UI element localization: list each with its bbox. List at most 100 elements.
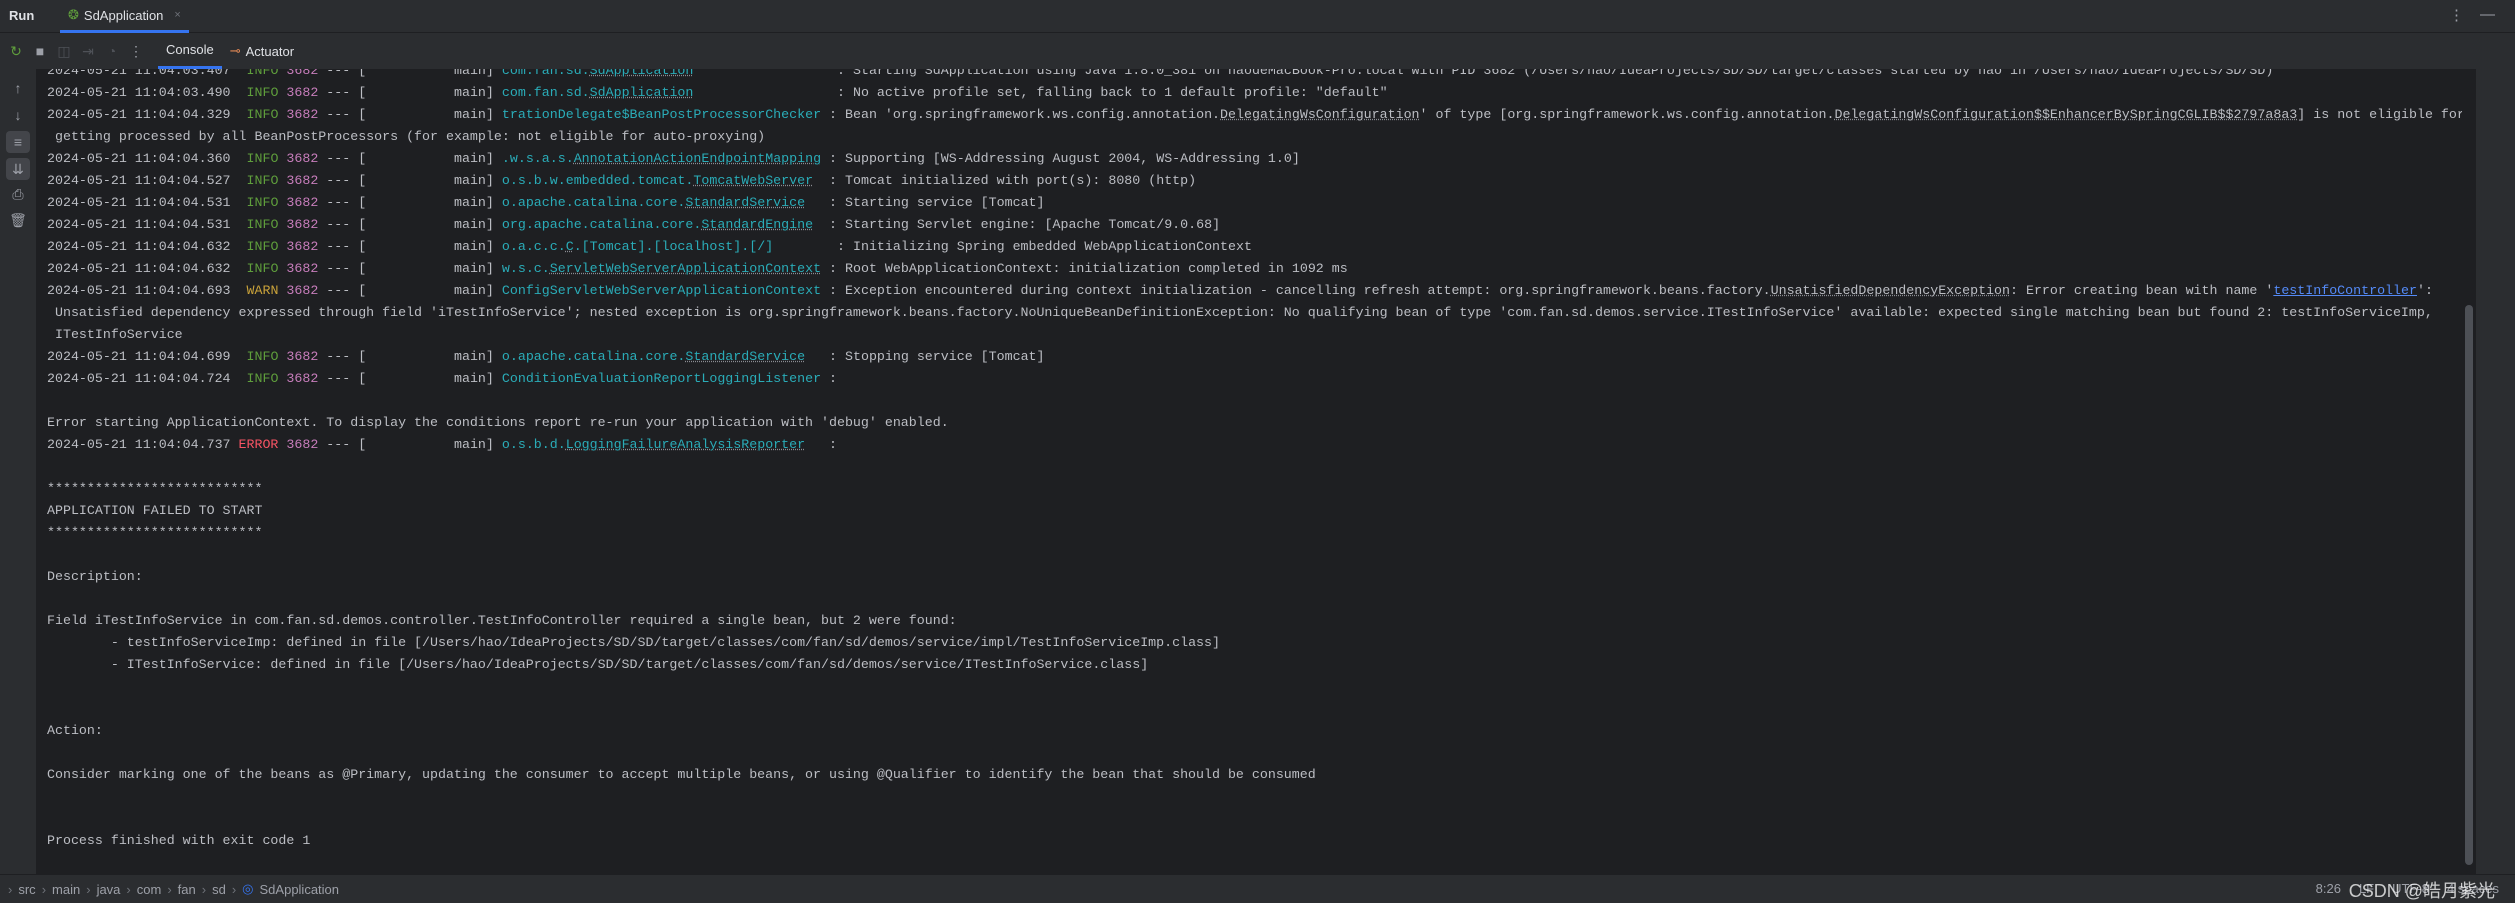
log-logger[interactable]: trationDelegate$BeanPostProcessorChecker bbox=[502, 107, 821, 122]
tab-console[interactable]: Console bbox=[158, 33, 222, 69]
log-logger[interactable] bbox=[805, 195, 821, 210]
log-pid: 3682 bbox=[286, 173, 319, 188]
log-logger[interactable] bbox=[693, 85, 829, 100]
log-logger[interactable] bbox=[813, 217, 821, 232]
log-message: : bbox=[821, 437, 838, 452]
log-logger[interactable] bbox=[813, 173, 821, 188]
log-logger[interactable]: o.apache.catalina.core. bbox=[502, 349, 686, 364]
breadcrumb-item[interactable]: sd bbox=[212, 882, 226, 897]
trash-icon[interactable]: 🗑 bbox=[6, 209, 30, 231]
log-line: - testInfoServiceImp: defined in file [/… bbox=[47, 632, 2462, 654]
log-separator: --- [ bbox=[318, 107, 367, 122]
breadcrumb-item[interactable]: java bbox=[97, 882, 121, 897]
log-text: *************************** bbox=[47, 525, 263, 540]
log-logger[interactable]: StandardService bbox=[685, 195, 805, 210]
log-logger[interactable]: ServletWebServerApplicationContext bbox=[550, 261, 821, 276]
log-line: 2024-05-21 11:04:04.329 INFO 3682 --- [ … bbox=[47, 104, 2462, 126]
log-separator: --- [ bbox=[318, 151, 367, 166]
log-thread: main] bbox=[366, 69, 502, 78]
log-timestamp: 2024-05-21 11:04:04.527 bbox=[47, 173, 231, 188]
log-level: INFO bbox=[246, 85, 279, 100]
log-logger[interactable]: .w.s.a.s. bbox=[502, 151, 574, 166]
rerun-icon[interactable]: ↻ bbox=[4, 43, 28, 60]
log-logger[interactable]: o.s.b.w.embedded.tomcat. bbox=[502, 173, 694, 188]
log-logger[interactable] bbox=[805, 437, 821, 452]
log-logger[interactable]: org.apache.catalina.core. bbox=[502, 217, 702, 232]
log-message: : Tomcat initialized with port(s): 8080 … bbox=[821, 173, 1197, 188]
breadcrumb-item[interactable]: fan bbox=[178, 882, 196, 897]
log-logger[interactable]: o.apache.catalina.core. bbox=[502, 195, 686, 210]
log-pid: 3682 bbox=[286, 195, 319, 210]
log-logger[interactable]: AnnotationActionEndpointMapping bbox=[574, 151, 821, 166]
log-line: 2024-05-21 11:04:04.527 INFO 3682 --- [ … bbox=[47, 170, 2462, 192]
log-separator: --- [ bbox=[318, 195, 367, 210]
log-text: - ITestInfoService: defined in file [/Us… bbox=[47, 657, 1149, 672]
log-logger[interactable] bbox=[805, 349, 821, 364]
log-line: *************************** bbox=[47, 522, 2462, 544]
log-message: DelegatingWsConfiguration$$EnhancerBySpr… bbox=[1834, 107, 2298, 122]
log-logger[interactable]: ConfigServletWebServerApplicationContext bbox=[502, 283, 821, 298]
log-separator: --- [ bbox=[318, 69, 367, 78]
tab-sdapplication[interactable]: ❂ SdApplication × bbox=[60, 0, 189, 33]
log-line: Process finished with exit code 1 bbox=[47, 830, 2462, 852]
exit-icon[interactable]: ⇥ bbox=[76, 43, 100, 60]
close-tab-icon[interactable]: × bbox=[174, 9, 180, 21]
log-pid: 3682 bbox=[286, 437, 319, 452]
log-logger[interactable]: com.fan.sd. bbox=[502, 85, 590, 100]
log-level: INFO bbox=[246, 371, 279, 386]
breadcrumb-item[interactable]: SdApplication bbox=[260, 882, 340, 897]
log-logger[interactable]: TomcatWebServer bbox=[693, 173, 813, 188]
log-thread: main] bbox=[366, 173, 502, 188]
log-timestamp: 2024-05-21 11:04:03.407 bbox=[47, 69, 231, 78]
log-message: ': bbox=[2416, 283, 2433, 298]
log-logger[interactable]: o.s.b.d. bbox=[502, 437, 566, 452]
vertical-scrollbar[interactable] bbox=[2462, 69, 2476, 874]
print-icon[interactable]: ⎙ bbox=[6, 183, 30, 205]
console-output[interactable]: 2024-05-21 11:04:03.407 INFO 3682 --- [ … bbox=[36, 69, 2462, 874]
more-icon[interactable]: ⋮ bbox=[124, 43, 148, 60]
log-separator: --- [ bbox=[318, 349, 367, 364]
log-logger[interactable]: o.a.c.c. bbox=[502, 239, 566, 254]
log-level: INFO bbox=[246, 217, 279, 232]
log-logger[interactable]: com.fan.sd. bbox=[502, 69, 590, 78]
log-logger[interactable]: C bbox=[566, 239, 574, 254]
scrollbar-thumb[interactable] bbox=[2465, 305, 2473, 865]
screenshot-icon[interactable]: ◫ bbox=[52, 43, 76, 60]
breadcrumb-item[interactable]: main bbox=[52, 882, 80, 897]
log-logger[interactable]: SdApplication bbox=[590, 69, 694, 78]
log-line: - ITestInfoService: defined in file [/Us… bbox=[47, 654, 2462, 676]
arrow-up-icon[interactable]: ↑ bbox=[6, 77, 30, 99]
log-text: getting processed by all BeanPostProcess… bbox=[47, 129, 766, 144]
log-logger[interactable]: StandardService bbox=[685, 349, 805, 364]
chevron-right-icon: › bbox=[167, 881, 172, 897]
scroll-to-end-icon[interactable]: ⇊ bbox=[6, 158, 30, 180]
arrow-down-icon[interactable]: ↓ bbox=[6, 104, 30, 126]
log-logger[interactable]: LoggingFailureAnalysisReporter bbox=[566, 437, 805, 452]
log-message: : Exception encountered during context i… bbox=[821, 283, 1771, 298]
breadcrumb-item[interactable]: com bbox=[137, 882, 162, 897]
log-logger[interactable]: StandardEngine bbox=[701, 217, 813, 232]
log-line: *************************** bbox=[47, 478, 2462, 500]
log-text: Unsatisfied dependency expressed through… bbox=[47, 305, 2433, 320]
tab-actuator[interactable]: ⊸ Actuator bbox=[222, 33, 302, 69]
breadcrumb: › src › main › java › com › fan › sd › ◎ SdApplication bbox=[0, 881, 339, 897]
log-pid: 3682 bbox=[286, 349, 319, 364]
log-logger[interactable]: ConditionEvaluationReportLoggingListener bbox=[502, 371, 821, 386]
caret-position[interactable]: 8:26 bbox=[2316, 881, 2341, 896]
log-logger[interactable]: SdApplication bbox=[590, 85, 694, 100]
log-logger[interactable]: .[Tomcat].[localhost].[/] bbox=[574, 239, 829, 254]
stop-icon[interactable]: ■ bbox=[28, 43, 52, 59]
log-text: ITestInfoService bbox=[47, 327, 183, 342]
log-logger[interactable]: w.s.c. bbox=[502, 261, 550, 276]
attach-debugger-icon[interactable]: ◔ bbox=[100, 43, 124, 59]
log-logger[interactable] bbox=[693, 69, 829, 78]
breadcrumb-item[interactable]: src bbox=[18, 882, 35, 897]
bean-link[interactable]: testInfoController bbox=[2273, 283, 2417, 298]
log-message: ] is not eligible for bbox=[2297, 107, 2462, 122]
log-line: 2024-05-21 11:04:04.531 INFO 3682 --- [ … bbox=[47, 192, 2462, 214]
soft-wrap-icon[interactable]: ≡ bbox=[6, 131, 30, 153]
minimize-icon[interactable]: — bbox=[2480, 6, 2495, 24]
chevron-right-icon: › bbox=[41, 881, 47, 897]
more-options-icon[interactable]: ⋮ bbox=[2449, 6, 2464, 24]
